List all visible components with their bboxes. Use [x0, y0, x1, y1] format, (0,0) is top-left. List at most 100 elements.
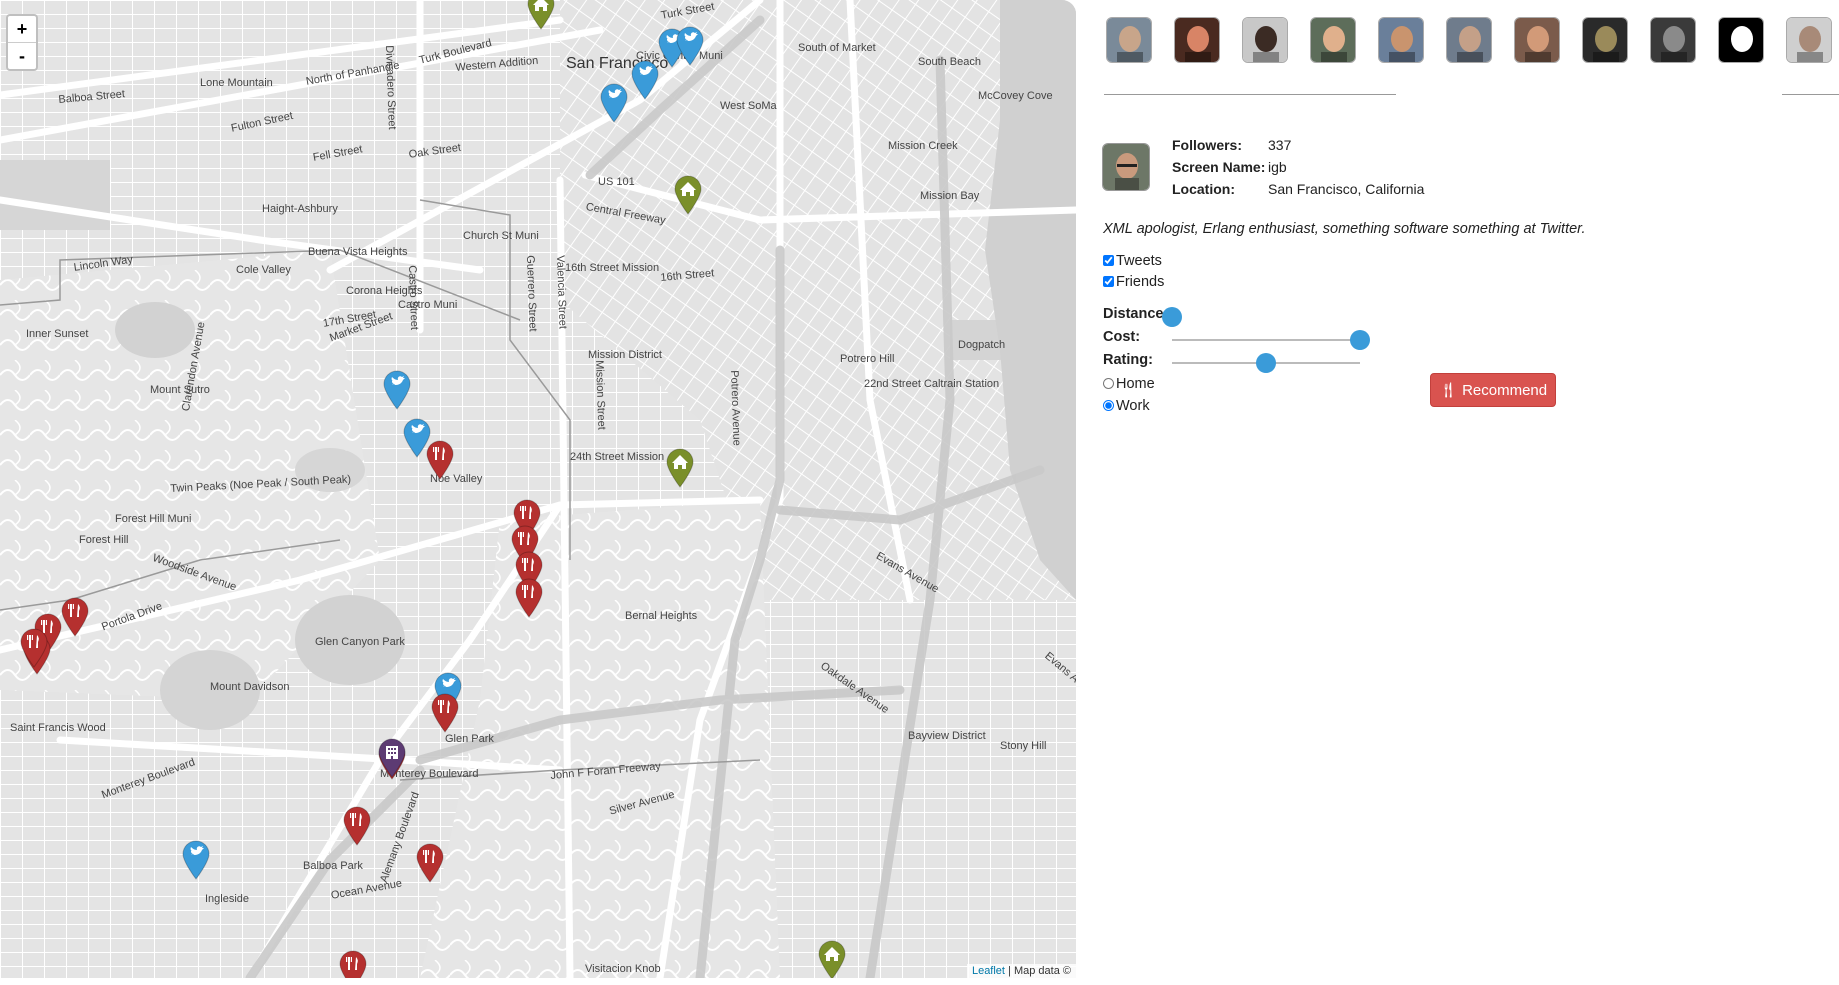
twitter-marker[interactable] [181, 840, 211, 880]
home-marker[interactable] [665, 448, 695, 488]
food-marker[interactable] [514, 578, 544, 618]
side-panel: Followers: 337 Screen Name: igb Location: S… [1076, 0, 1839, 985]
divider-left [1104, 94, 1396, 95]
food-marker[interactable] [430, 693, 460, 733]
food-marker[interactable] [19, 628, 49, 668]
map-label: Forest Hill [79, 534, 129, 546]
map-label: Mount Davidson [210, 681, 290, 693]
food-marker[interactable] [338, 950, 368, 978]
friend-avatar[interactable] [1106, 17, 1152, 63]
zoom-out-button[interactable]: - [8, 42, 36, 69]
map-label: Lone Mountain [200, 77, 273, 89]
friend-avatar[interactable] [1174, 17, 1220, 63]
map-label: Mount Sutro [150, 384, 210, 396]
home-marker[interactable] [673, 175, 703, 215]
map-label: South of Market [798, 42, 876, 54]
friend-avatar[interactable] [1378, 17, 1424, 63]
map-label: 22nd Street Caltrain Station [864, 378, 1000, 390]
home-radio-row[interactable]: Home [1103, 376, 1155, 392]
work-radio[interactable] [1103, 400, 1114, 411]
distance-slider[interactable] [1162, 307, 1360, 327]
followers-row: Followers: 337 [1172, 137, 1291, 153]
food-marker[interactable] [342, 806, 372, 846]
map-label: 16th Street Mission [565, 262, 660, 274]
recommend-button[interactable]: 🍴︎ Recommend [1430, 373, 1556, 407]
map-label: Balboa Park [303, 860, 363, 872]
friend-avatar[interactable] [1310, 17, 1356, 63]
rating-label: Rating: [1103, 352, 1153, 368]
home-marker[interactable] [817, 940, 847, 978]
friend-avatar[interactable] [1242, 17, 1288, 63]
map-label: Stony Hill [1000, 740, 1047, 752]
food-marker[interactable] [60, 597, 90, 637]
map-label: Mission Creek [888, 140, 958, 152]
twitter-marker[interactable] [675, 26, 705, 66]
slider-handle[interactable] [1350, 330, 1370, 350]
followers-label: Followers: [1172, 137, 1243, 153]
home-marker[interactable] [526, 0, 556, 30]
friend-avatar[interactable] [1718, 17, 1764, 63]
friend-avatar[interactable] [1446, 17, 1492, 63]
twitter-marker[interactable] [382, 370, 412, 410]
friends-label: Friends [1116, 274, 1165, 290]
work-marker[interactable] [377, 738, 407, 778]
map-label: Haight-Ashbury [262, 203, 338, 215]
tweets-checkbox[interactable] [1103, 255, 1114, 266]
map-label: Forest Hill Muni [115, 513, 192, 525]
map-label: US 101 [598, 176, 635, 188]
friends-checkbox-row[interactable]: Friends [1103, 274, 1164, 290]
map-label: Potrero Hill [840, 353, 895, 365]
home-label: Home [1116, 376, 1155, 392]
screen-name-label: Screen Name: [1172, 159, 1266, 175]
map-label: Valencia Street [554, 255, 569, 330]
map-label: Dogpatch [958, 339, 1006, 351]
map-label: Saint Francis Wood [10, 722, 106, 734]
profile-avatar [1102, 143, 1150, 191]
followers-value: 337 [1268, 137, 1292, 153]
home-radio[interactable] [1103, 378, 1114, 389]
divider-right [1782, 94, 1839, 95]
friend-avatar[interactable] [1650, 17, 1696, 63]
map-label: West SoMa [720, 100, 777, 112]
location-row: Location: San Francisco, California [1172, 181, 1424, 197]
food-marker[interactable] [425, 440, 455, 480]
tweets-label: Tweets [1116, 253, 1162, 269]
map-label: Glen Park [445, 733, 494, 745]
profile-bio: XML apologist, Erlang enthusiast, someth… [1103, 221, 1586, 237]
map-label: Bernal Heights [625, 610, 698, 622]
work-label: Work [1116, 398, 1150, 414]
map-label: Inner Sunset [26, 328, 89, 340]
recommend-label: Recommend [1462, 382, 1548, 399]
screen-name-row: Screen Name: igb [1172, 159, 1287, 175]
map-label: McCovey Cove [978, 90, 1053, 102]
map-label: 24th Street Mission [570, 451, 665, 463]
zoom-in-button[interactable]: + [8, 16, 36, 42]
map-label: Cole Valley [236, 264, 291, 276]
rating-slider[interactable] [1172, 353, 1360, 373]
cost-slider[interactable] [1172, 330, 1370, 350]
map-label: Ingleside [205, 893, 250, 905]
map-label: Mission Bay [920, 190, 980, 202]
map[interactable]: San FranciscoCivic Center MuniTurk Stree… [0, 0, 1076, 978]
friends-checkbox[interactable] [1103, 276, 1114, 287]
attribution-text: | Map data © [1008, 965, 1071, 977]
fork-knife-icon: 🍴︎ [1438, 382, 1458, 399]
friend-avatar[interactable] [1514, 17, 1560, 63]
map-label: Buena Vista Heights [308, 246, 408, 258]
twitter-marker[interactable] [599, 83, 629, 123]
location-label: Location: [1172, 181, 1235, 197]
map-label: South Beach [918, 56, 981, 68]
map-label: Glen Canyon Park [315, 636, 405, 648]
leaflet-link[interactable]: Leaflet [972, 965, 1005, 977]
friend-avatar[interactable] [1582, 17, 1628, 63]
friend-avatar[interactable] [1786, 17, 1832, 63]
tweets-checkbox-row[interactable]: Tweets [1103, 253, 1162, 269]
twitter-marker[interactable] [630, 60, 660, 100]
zoom-control: + - [6, 14, 38, 71]
map-label: Church St Muni [463, 230, 539, 242]
distance-label: Distance [1103, 306, 1164, 322]
food-marker[interactable] [415, 843, 445, 883]
slider-handle[interactable] [1256, 353, 1276, 373]
work-radio-row[interactable]: Work [1103, 398, 1150, 414]
slider-handle[interactable] [1162, 307, 1182, 327]
